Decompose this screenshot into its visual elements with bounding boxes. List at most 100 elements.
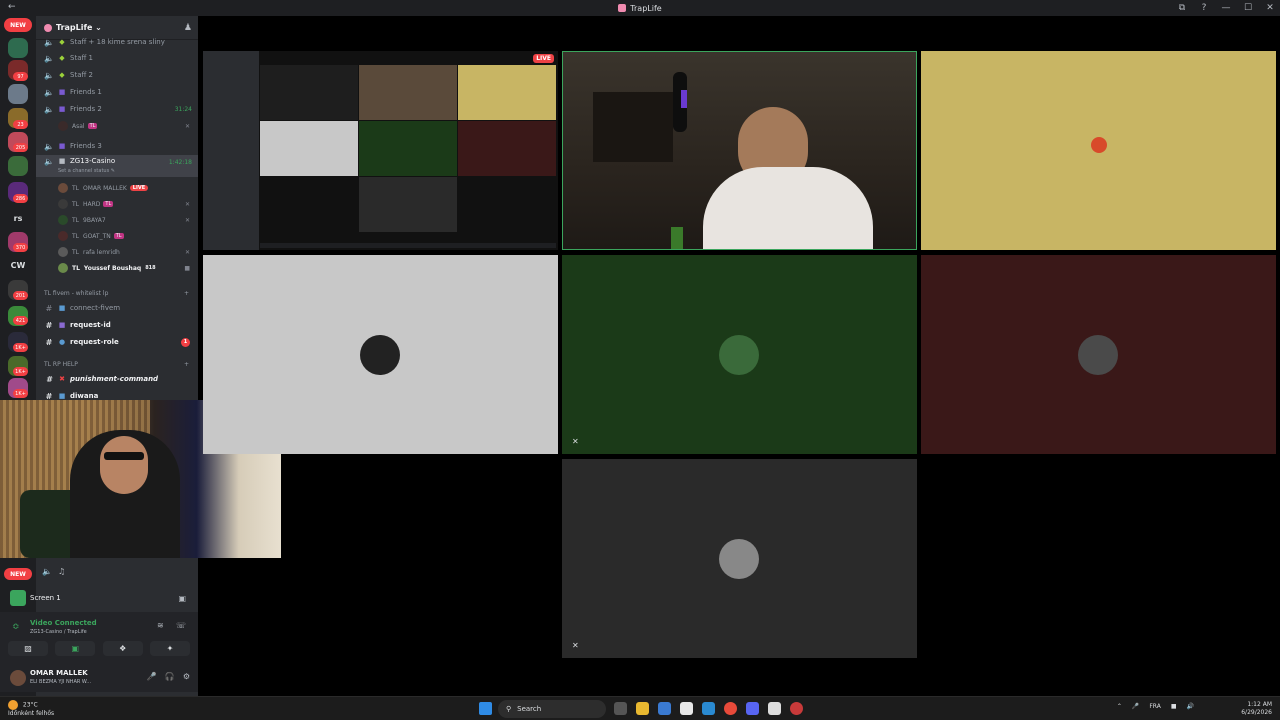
server-icon[interactable] — [8, 156, 28, 176]
tile-yellow[interactable] — [921, 51, 1276, 250]
text-channel[interactable]: # ✖ punishment-command — [36, 371, 198, 387]
maximize-button[interactable]: ☐ — [1242, 3, 1254, 13]
volume-icon[interactable]: 🔊 — [1187, 703, 1194, 710]
voice-channel[interactable]: 🔈 ■ Friends 3 — [36, 138, 198, 154]
mention-count: 370 — [13, 243, 28, 252]
text-channel[interactable]: # ● request-role 1 — [36, 334, 198, 350]
minimize-button[interactable]: — — [1220, 3, 1232, 13]
mention-count: 1K+ — [13, 389, 28, 398]
voice-user[interactable]: TL rafa lemridh ✕ — [36, 244, 198, 260]
speaker-icon[interactable]: 🔈 — [42, 567, 52, 576]
add-channel-icon[interactable]: + — [184, 290, 189, 297]
tile-lightgray[interactable] — [203, 255, 558, 454]
settings-icon[interactable]: ⚙ — [183, 672, 190, 681]
activities-button[interactable]: ❖ — [102, 641, 143, 656]
voice-user[interactable]: Asal TL ✕ — [36, 118, 198, 134]
server-cw[interactable]: CW — [0, 261, 36, 270]
live-badge: LIVE — [533, 54, 554, 63]
can — [671, 227, 683, 249]
channel-label: Staff 1 — [70, 54, 93, 62]
active-voice-channel[interactable]: 🔈 ■ ZG13-Casino 1:42:18 Set a channel st… — [36, 155, 198, 177]
category-header[interactable]: TL fivem - whitelist lp + — [44, 290, 190, 297]
text-channel[interactable]: # ■ request-id — [36, 317, 198, 333]
add-channel-icon[interactable]: + — [184, 361, 189, 368]
server-icon[interactable] — [8, 38, 28, 58]
camera-toggle-button[interactable]: ▨ — [8, 641, 48, 656]
chevron-up-icon[interactable]: ⌃ — [1117, 703, 1122, 710]
task-view-icon[interactable] — [614, 702, 627, 715]
disconnect-icon[interactable]: ☏ — [176, 621, 186, 630]
voice-user[interactable]: TL GOAT_TN TL — [36, 228, 198, 244]
avatar[interactable] — [10, 670, 26, 686]
voice-channel[interactable]: 🔈 ◆ Staff 1 — [36, 50, 198, 66]
app-icon[interactable] — [702, 702, 715, 715]
channel-label: Friends 3 — [70, 142, 102, 150]
discord-icon[interactable] — [746, 702, 759, 715]
language-indicator[interactable]: FRA — [1149, 703, 1160, 710]
new-badge[interactable]: NEW — [4, 18, 32, 32]
network-icon[interactable]: ■ — [1171, 703, 1177, 710]
screen-share-button[interactable]: ▣ — [55, 641, 96, 656]
avatar — [360, 335, 400, 375]
noise-suppression-icon[interactable]: ≋ — [157, 621, 164, 630]
voice-channel[interactable]: 🔈 ◆ Staff 2 — [36, 67, 198, 83]
person-shirt — [703, 167, 873, 249]
voice-channel[interactable]: 🔈 ■ Friends 1 — [36, 84, 198, 100]
voice-user[interactable]: TL OMAR MALLEK LIVE — [36, 180, 198, 196]
muted-icon: ✕ — [184, 216, 190, 224]
voice-channel[interactable]: 🔈 ■ Friends 2 31:24 — [36, 101, 198, 117]
voice-user[interactable]: TL Youssef Boushaq 818 ■ — [36, 260, 198, 276]
avatar — [58, 247, 68, 257]
group-icon: ■ — [58, 105, 66, 113]
tile-gray[interactable]: ✕ — [562, 459, 917, 658]
inbox-icon[interactable]: ⧉ — [1176, 3, 1188, 13]
mic-icon[interactable]: 🎤 — [147, 672, 157, 681]
category-label: TL RP HELP — [44, 361, 78, 368]
back-arrow-icon[interactable]: ← — [8, 2, 16, 12]
channel-status[interactable]: Set a channel status ✎ — [58, 168, 115, 174]
taskbar-search[interactable]: ⚲ Search — [498, 700, 606, 718]
edge-icon[interactable] — [658, 702, 671, 715]
chrome-icon[interactable] — [724, 702, 737, 715]
window-controls: ⧉ ? — ☐ ✕ — [1176, 0, 1276, 16]
voice-user[interactable]: TL 9BAYA7 ✕ — [36, 212, 198, 228]
soundboard-icon[interactable]: ♫ — [58, 567, 65, 576]
file-explorer-icon[interactable] — [636, 702, 649, 715]
help-icon[interactable]: ? — [1198, 3, 1210, 13]
channel-label: Friends 1 — [70, 88, 102, 96]
clock[interactable]: 1:12 AM 6/29/2026 — [1241, 701, 1272, 717]
mention-count: 1K+ — [13, 367, 28, 376]
stream-tile[interactable]: LIVE — [203, 51, 558, 250]
streamer-face — [100, 436, 148, 494]
app-icon[interactable] — [790, 702, 803, 715]
avatar — [1091, 137, 1107, 153]
tile-darkred[interactable] — [921, 255, 1276, 454]
channel-label: punishment-command — [70, 375, 159, 383]
category-header[interactable]: TL RP HELP + — [44, 361, 190, 368]
close-button[interactable]: ✕ — [1264, 3, 1276, 13]
app-icon[interactable] — [768, 702, 781, 715]
voice-channel[interactable]: 🔈 ◆ Staff + 18 kime srena sliny — [36, 34, 198, 50]
add-member-icon[interactable]: ♟ — [184, 23, 192, 33]
headphones-icon[interactable]: 🎧 — [165, 672, 175, 681]
text-channel[interactable]: # ■ connect-fivem — [36, 300, 198, 316]
tile-darkgreen[interactable]: ✕ — [562, 255, 917, 454]
windows-start-icon[interactable] — [479, 702, 492, 715]
server-icon[interactable] — [8, 84, 28, 104]
connection-location[interactable]: ZG13-Casino / TrapLife — [30, 629, 87, 635]
new-badge[interactable]: NEW — [4, 568, 32, 580]
channel-emoji-icon: ■ — [58, 392, 66, 400]
mic-icon[interactable]: 🎤 — [1132, 703, 1139, 710]
camera-tile-speaking[interactable] — [562, 51, 917, 250]
popout-icon[interactable]: ▣ — [178, 594, 186, 603]
search-icon: ⚲ — [506, 705, 512, 713]
store-icon[interactable] — [680, 702, 693, 715]
screen-share-row[interactable]: Screen 1 ▣ — [4, 588, 194, 608]
server-rs[interactable]: rs — [0, 214, 36, 223]
weather-text: Időnként felhős — [8, 710, 55, 717]
weather-widget[interactable]: 23°C Időnként felhős — [8, 700, 54, 718]
voice-user[interactable]: TL HARD TL ✕ — [36, 196, 198, 212]
unread-badge: 1 — [181, 337, 190, 347]
soundboard-button[interactable]: ✦ — [149, 641, 190, 656]
connection-status: Video Connected — [30, 619, 97, 627]
